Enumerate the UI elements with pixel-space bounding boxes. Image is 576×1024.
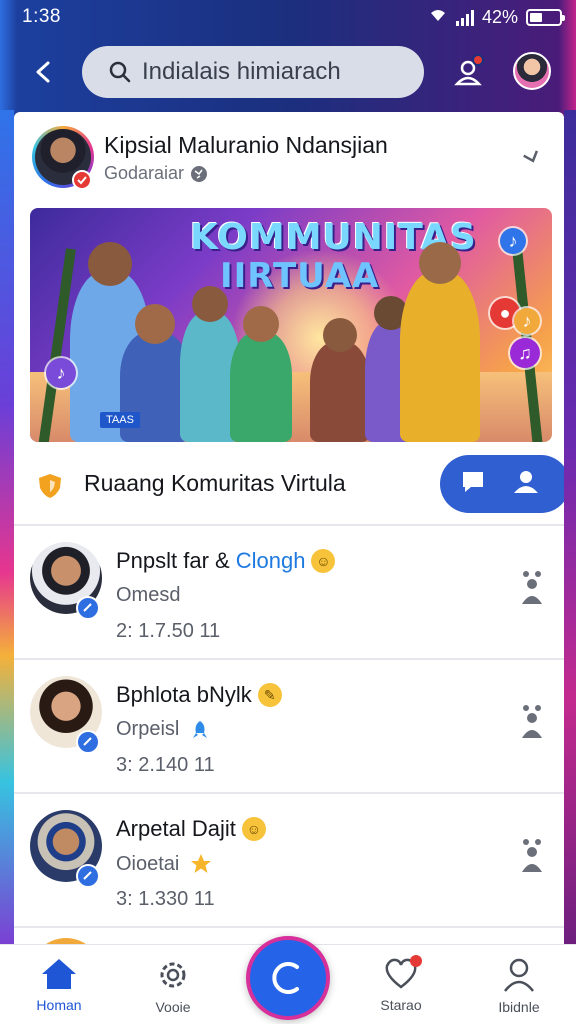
verified-icon	[76, 596, 100, 620]
star-icon	[191, 854, 212, 873]
rocket-icon	[193, 720, 208, 738]
search-input[interactable]: Indialais himiarach	[82, 46, 424, 98]
member-name-text: Pnpslt far &	[116, 548, 230, 573]
member-status-text: Orpeisl	[116, 718, 180, 740]
person-figure	[400, 242, 480, 442]
music-note-icon: ♪	[46, 358, 76, 388]
shield-icon	[39, 474, 61, 498]
person-figure	[230, 306, 292, 442]
group-actions	[440, 455, 564, 513]
member-name-accent: Clongh	[235, 548, 306, 573]
member-status: Orpeisl	[116, 718, 211, 741]
status-time: 1:38	[22, 6, 61, 27]
member-stat: 3: 2.140 11	[116, 754, 215, 776]
member-name-text: Bphlota bNylk	[116, 682, 252, 707]
music-note-icon: ♪	[514, 308, 540, 334]
member-row[interactable]: Pnpslt far & Clongh ☺ Omesd 2: 1.7.50 11	[14, 526, 564, 656]
divider	[14, 926, 564, 928]
battery-percent: 42%	[481, 7, 518, 27]
verified-icon	[76, 730, 100, 754]
nav-favorites-label: Starao	[380, 997, 422, 1013]
nav-favorites-dot	[410, 955, 422, 967]
member-name: Arpetal Dajit ☺	[116, 816, 266, 842]
person-figure	[310, 318, 370, 442]
nav-profile-label: Ibidnle	[498, 999, 540, 1015]
status-icons: 42%	[428, 7, 565, 28]
profile-subtitle: Godaraiar	[104, 163, 208, 184]
community-card: Kipsial Maluranio Ndansjian Godaraiar KO…	[14, 112, 564, 952]
nav-settings-label: Vooie	[155, 999, 191, 1015]
avatar[interactable]	[513, 52, 551, 90]
gear-icon	[160, 962, 186, 988]
banner-sign: TAAS	[100, 412, 140, 428]
group-row[interactable]: Ruaang Komuritas Virtula	[14, 450, 564, 522]
menu-icon[interactable]	[518, 568, 546, 612]
member-stat: 3: 1.330 11	[116, 888, 215, 910]
nav-favorites[interactable]: Starao	[356, 955, 446, 1013]
nav-profile[interactable]: Ibidnle	[474, 957, 564, 1015]
search-value: Indialais himiarach	[142, 58, 341, 85]
menu-icon[interactable]	[518, 702, 546, 746]
person-icon[interactable]	[512, 469, 540, 500]
nav-home-label: Homan	[36, 997, 82, 1013]
nav-settings[interactable]: Vooie	[128, 957, 218, 1015]
profile-header[interactable]: Kipsial Maluranio Ndansjian Godaraiar	[14, 112, 564, 204]
top-bar: Indialais himiarach	[0, 40, 576, 104]
member-stat: 2: 1.7.50 11	[116, 620, 221, 642]
smile-emoji-icon: ☺	[241, 817, 266, 841]
menu-icon[interactable]	[518, 836, 546, 880]
arrow-left-icon	[36, 61, 50, 83]
profile-name: Kipsial Maluranio Ndansjian	[104, 132, 388, 158]
status-bar: 1:38 42%	[0, 0, 576, 34]
chevron-icon[interactable]	[518, 144, 546, 172]
music-note-icon: ♫	[510, 338, 540, 368]
gradient-edge-right	[564, 110, 576, 950]
refresh-button[interactable]	[246, 936, 330, 1020]
battery-icon	[526, 9, 565, 26]
pencil-emoji-icon: ✎	[257, 683, 282, 707]
gradient-edge-left	[0, 110, 14, 950]
chat-icon[interactable]	[460, 469, 486, 500]
refresh-icon	[272, 962, 299, 994]
group-title: Ruaang Komuritas Virtula	[84, 470, 346, 496]
signal-icon	[455, 9, 474, 26]
home-icon	[42, 959, 76, 989]
verified-badge-icon	[72, 170, 92, 190]
wifi-icon	[428, 7, 448, 28]
community-banner[interactable]: KOMMUNITAS IIRTUAA ● ♫ ♪ ♪ ♪ TAAS	[30, 208, 552, 442]
member-status-text: Oioetai	[116, 852, 180, 875]
back-button[interactable]	[24, 52, 64, 92]
person-icon	[504, 958, 534, 992]
member-name: Bphlota bNylk ✎	[116, 682, 282, 708]
banner-subtitle: IIRTUAA	[220, 256, 380, 296]
globe-icon	[191, 165, 208, 182]
member-status: Oioetai	[116, 852, 213, 876]
member-row[interactable]: Arpetal Dajit ☺ Oioetai 3: 1.330 11	[14, 794, 564, 924]
member-name: Pnpslt far & Clongh ☺	[116, 548, 336, 574]
member-row[interactable]: Bphlota bNylk ✎ Orpeisl 3: 2.140 11	[14, 660, 564, 790]
profile-subtitle-text: Godaraiar	[104, 163, 185, 183]
notification-button[interactable]	[448, 52, 488, 92]
verified-icon	[76, 864, 100, 888]
search-icon	[109, 61, 131, 83]
member-status: Omesd	[116, 584, 181, 606]
nav-home[interactable]: Homan	[14, 957, 104, 1013]
member-name-text: Arpetal Dajit	[116, 816, 236, 841]
battery-level	[530, 13, 542, 22]
notification-dot	[472, 54, 484, 66]
smile-emoji-icon: ☺	[311, 549, 336, 573]
music-note-icon: ♪	[500, 228, 526, 254]
